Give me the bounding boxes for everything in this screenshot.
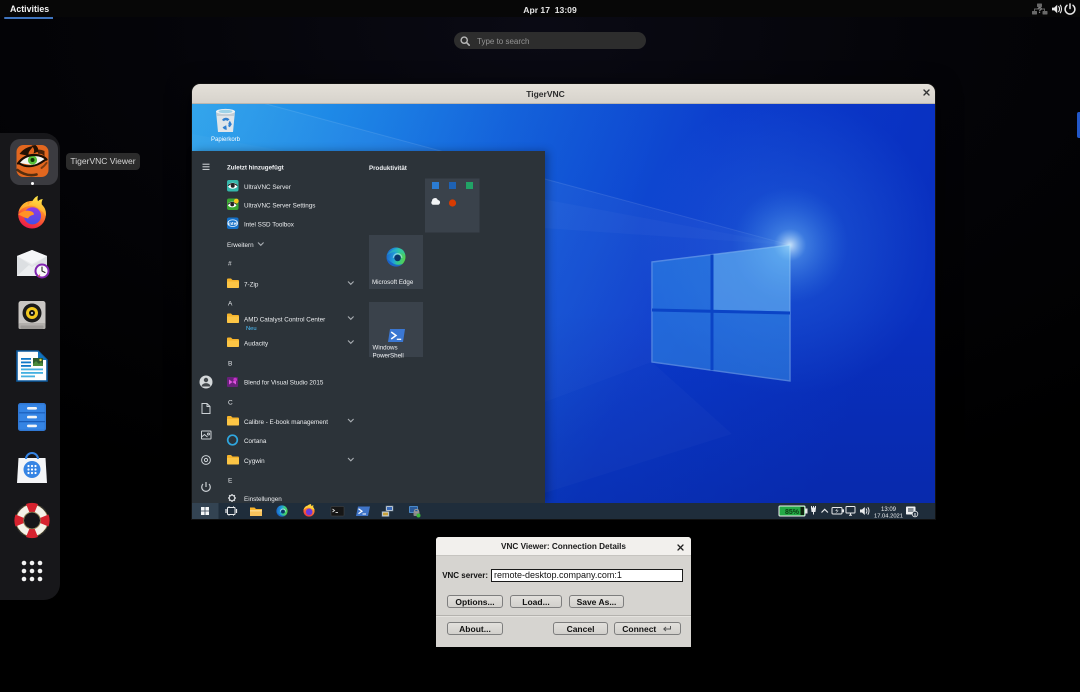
svg-text:B: B	[228, 361, 232, 368]
svg-text:Zuletzt hinzugefügt: Zuletzt hinzugefügt	[227, 165, 284, 172]
svg-text:13:09: 13:09	[881, 507, 897, 513]
svg-text:AMD Catalyst Control Center: AMD Catalyst Control Center	[244, 317, 325, 324]
svg-text:#: #	[228, 261, 232, 268]
svg-text:C: C	[228, 400, 233, 407]
svg-text:Calibre - E-book management: Calibre - E-book management	[244, 419, 328, 426]
svg-text:Cygwin: Cygwin	[244, 458, 265, 465]
svg-text:?: ?	[1037, 5, 1042, 15]
svg-text:Microsoft Edge: Microsoft Edge	[372, 279, 414, 286]
svg-text:Intel SSD Toolbox: Intel SSD Toolbox	[244, 222, 295, 229]
svg-text:Papierkorb: Papierkorb	[211, 137, 241, 143]
svg-text:85%: 85%	[785, 509, 800, 516]
svg-text:Audacity: Audacity	[244, 341, 269, 348]
svg-text:UltraVNC Server Settings: UltraVNC Server Settings	[244, 203, 315, 210]
svg-text:Cortana: Cortana	[244, 438, 267, 445]
svg-text:Produktivität: Produktivität	[369, 165, 407, 172]
svg-text:intel: intel	[228, 221, 237, 226]
svg-text:17.04.2021: 17.04.2021	[874, 514, 903, 520]
svg-text:8: 8	[914, 512, 917, 517]
svg-text:PowerShell: PowerShell	[373, 353, 404, 360]
svg-text:Erweitern: Erweitern	[227, 242, 254, 249]
svg-text:A: A	[228, 301, 233, 308]
svg-text:UltraVNC Server: UltraVNC Server	[244, 184, 291, 191]
svg-text:Windows: Windows	[373, 345, 398, 352]
svg-text:E: E	[228, 478, 233, 485]
svg-text:Einstellungen: Einstellungen	[244, 496, 282, 503]
svg-text:Neu: Neu	[246, 326, 257, 332]
svg-text:7-Zip: 7-Zip	[244, 282, 259, 289]
svg-text:Blend for Visual Studio 2015: Blend for Visual Studio 2015	[244, 380, 324, 387]
